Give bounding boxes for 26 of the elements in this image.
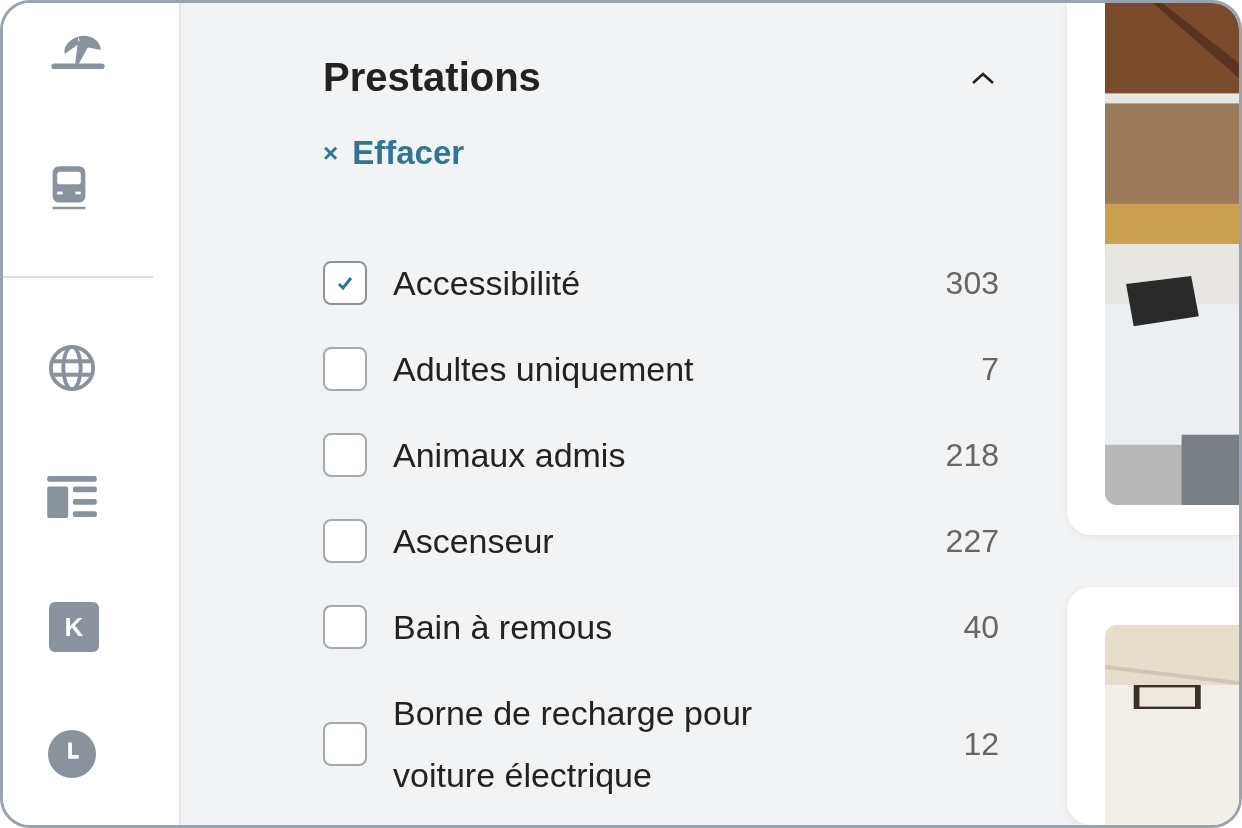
option-label[interactable]: Bain à remous [393,596,863,658]
beach-umbrella-icon[interactable] [49,33,107,71]
layout-icon[interactable] [47,476,97,518]
result-card[interactable] [1067,3,1239,535]
clock-icon[interactable] [47,729,97,779]
option-count: 7 [981,350,999,388]
checkbox[interactable] [323,605,367,649]
option-label[interactable]: Ascenseur [393,510,863,572]
option-count: 40 [963,608,999,646]
option-count: 12 [963,725,999,763]
globe-icon[interactable] [47,343,97,393]
section-title: Prestations [323,55,541,100]
checkbox[interactable] [323,261,367,305]
option-count: 227 [945,522,999,560]
option-count: 303 [945,264,999,302]
option-label[interactable]: Borne de recharge pour voiture électrique [393,682,863,806]
checkbox[interactable] [323,433,367,477]
option-label[interactable]: Adultes uniquement [393,338,863,400]
option-label[interactable]: Animaux admis [393,424,863,486]
chevron-icon[interactable] [971,70,995,85]
option-label[interactable]: Accessibilité [393,252,863,314]
option-count: 218 [945,436,999,474]
clear-button[interactable]: × Effacer [323,134,465,172]
checkbox[interactable] [323,519,367,563]
checkbox[interactable] [323,347,367,391]
checkbox[interactable] [323,722,367,766]
